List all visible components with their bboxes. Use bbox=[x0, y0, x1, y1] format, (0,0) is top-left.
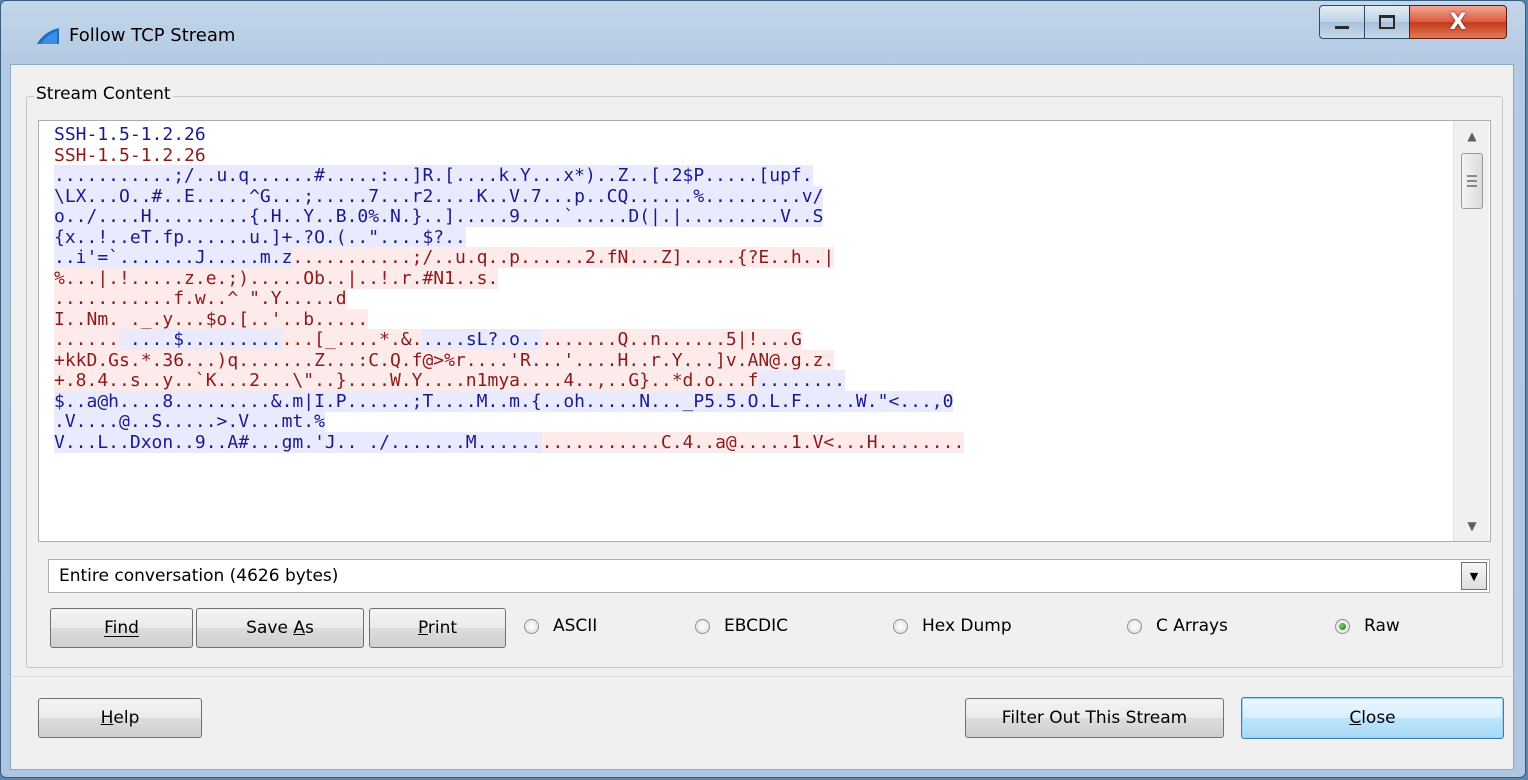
client-data-segment: $..a@h....8.........&.m|I.P......;T....M… bbox=[54, 390, 954, 412]
server-data-segment: SSH-1.5-1.2.26 bbox=[54, 144, 206, 166]
stream-line: ...........f.w..^ ".Y.....d bbox=[54, 288, 1454, 310]
server-data-segment: ...........f.w..^ ".Y.....d bbox=[54, 288, 347, 309]
wireshark-fin-icon bbox=[37, 28, 59, 44]
client-data-segment: o../....H.........{.H..Y..B.0%.N.}..]...… bbox=[54, 206, 824, 227]
radio-c-arrays-indicator[interactable] bbox=[1127, 618, 1142, 634]
window-title: Follow TCP Stream bbox=[69, 25, 236, 46]
server-data-segment: .......Q..n......5|!...G bbox=[541, 329, 802, 350]
stream-line: +kkD.Gs.*.36...)q.......Z...:C.Q.f@>%r..… bbox=[54, 349, 1454, 372]
server-data-segment: +kkD.Gs.*.36...)q.......Z...:C.Q.f@>%r..… bbox=[54, 349, 835, 371]
client-data-segment: ..i'=`.......J.....m.z bbox=[54, 247, 293, 268]
stream-line: {x..!..eT.fp......u.]+.?O.(.."....$?.. bbox=[54, 226, 1454, 249]
radio-raw-label: Raw bbox=[1364, 616, 1400, 636]
stream-line: SSH-1.5-1.2.26 bbox=[54, 144, 1454, 167]
minimize-button[interactable] bbox=[1319, 5, 1365, 39]
filter-out-stream-button-label: Filter Out This Stream bbox=[1001, 708, 1188, 728]
radio-ebcdic[interactable]: EBCDIC bbox=[695, 616, 788, 636]
close-icon: X bbox=[1449, 9, 1467, 35]
server-data-segment: +.8.4..s..y..`K...2...\"..}....W.Y....n1… bbox=[54, 370, 759, 391]
radio-hex-dump-label: Hex Dump bbox=[922, 616, 1012, 636]
stream-line: ...........;/..u.q......#.....:..]R.[...… bbox=[54, 165, 1454, 187]
help-button[interactable]: Help bbox=[38, 698, 202, 738]
stream-line: I..Nm. ._.y...$o.[..'..b..... bbox=[54, 308, 1454, 331]
server-data-segment: ...........;/..u.q..p......2.fN...Z]....… bbox=[292, 247, 835, 268]
help-button-label: Help bbox=[100, 708, 140, 728]
client-data-segment: \LX...O..#..E.....^G...;.....7...r2....K… bbox=[54, 185, 824, 207]
scroll-up-arrow-icon[interactable]: ▲ bbox=[1454, 121, 1490, 151]
conversation-select-value: Entire conversation (4626 bytes) bbox=[59, 566, 339, 586]
stream-line: ...... ....$............[_....*.&.....sL… bbox=[54, 329, 1454, 351]
find-button-label: Find bbox=[104, 618, 139, 638]
server-data-segment: %...|.!.....z.e.;).....Ob..|..!.r.#N1..s… bbox=[54, 267, 499, 289]
radio-ascii-indicator[interactable] bbox=[524, 618, 539, 634]
find-button[interactable]: Find bbox=[50, 608, 193, 648]
server-data-segment: I..Nm. ._.y...$o.[..'..b..... bbox=[54, 308, 369, 330]
radio-ebcdic-label: EBCDIC bbox=[724, 616, 788, 636]
server-data-segment: ...[_....*.&. bbox=[281, 329, 423, 350]
client-data-segment: ........ bbox=[758, 370, 846, 391]
radio-raw-indicator[interactable] bbox=[1335, 618, 1350, 634]
stream-line: V...L..Dxon..9..A#...gm.'J.. ./.......M.… bbox=[54, 431, 1454, 454]
stream-text[interactable]: SSH-1.5-1.2.26 SSH-1.5-1.2.26...........;… bbox=[54, 124, 1454, 454]
scroll-down-arrow-icon[interactable]: ▼ bbox=[1454, 511, 1490, 541]
client-data-segment: ....sL?.o.. bbox=[422, 329, 542, 350]
stream-line: ..i'=`.......J.....m.z...........;/..u.q… bbox=[54, 247, 1454, 269]
grip-icon bbox=[1467, 185, 1477, 187]
grip-icon bbox=[1467, 175, 1477, 177]
conversation-select[interactable]: Entire conversation (4626 bytes) ▼ bbox=[48, 559, 1490, 593]
save-as-button-label: Save As bbox=[246, 618, 314, 638]
radio-ascii-label: ASCII bbox=[553, 616, 598, 636]
stream-vertical-scrollbar[interactable]: ▲ ▼ bbox=[1453, 121, 1489, 541]
radio-ebcdic-indicator[interactable] bbox=[695, 618, 710, 634]
close-window-button[interactable]: X bbox=[1409, 5, 1507, 39]
separator bbox=[10, 676, 1514, 677]
stream-line: +.8.4..s..y..`K...2...\"..}....W.Y....n1… bbox=[54, 370, 1454, 392]
stream-line: SSH-1.5-1.2.26 bbox=[54, 124, 1454, 146]
client-data-segment: ....$......... bbox=[119, 329, 282, 350]
maximize-button[interactable] bbox=[1364, 5, 1410, 39]
filter-out-stream-button[interactable]: Filter Out This Stream bbox=[965, 698, 1224, 738]
stream-content-view[interactable]: SSH-1.5-1.2.26 SSH-1.5-1.2.26...........;… bbox=[38, 120, 1491, 542]
maximize-icon bbox=[1379, 15, 1395, 29]
radio-hex-dump-indicator[interactable] bbox=[893, 618, 908, 634]
client-data-segment: SSH-1.5-1.2.26 bbox=[54, 124, 206, 145]
client-data-segment: V...L..Dxon..9..A#...gm.'J.. ./.......M.… bbox=[54, 431, 542, 453]
save-as-button[interactable]: Save As bbox=[196, 608, 364, 648]
dropdown-arrow-icon[interactable]: ▼ bbox=[1461, 562, 1487, 590]
scroll-thumb[interactable] bbox=[1461, 153, 1483, 209]
client-data-segment: ...........;/..u.q......#.....:..]R.[...… bbox=[54, 165, 813, 186]
minimize-icon bbox=[1335, 25, 1349, 29]
client-data-segment: {x..!..eT.fp......u.]+.?O.(.."....$?.. bbox=[54, 226, 466, 248]
stream-content-legend: Stream Content bbox=[34, 84, 173, 104]
stream-line: %...|.!.....z.e.;).....Ob..|..!.r.#N1..s… bbox=[54, 267, 1454, 290]
radio-raw[interactable]: Raw bbox=[1335, 616, 1400, 636]
print-button-label: Print bbox=[417, 618, 458, 638]
radio-ascii[interactable]: ASCII bbox=[524, 616, 597, 636]
radio-c-arrays[interactable]: C Arrays bbox=[1127, 616, 1228, 636]
grip-icon bbox=[1467, 180, 1477, 182]
server-data-segment: ...... bbox=[54, 329, 120, 350]
close-button[interactable]: Close bbox=[1241, 697, 1504, 739]
stream-line: .V....@..S.....>.V...mt.% bbox=[54, 411, 1454, 433]
radio-c-arrays-label: C Arrays bbox=[1156, 616, 1228, 636]
server-data-segment: ...........C.4..a@.....1.V<...H........ bbox=[541, 431, 965, 453]
stream-line: o../....H.........{.H..Y..B.0%.N.}..]...… bbox=[54, 206, 1454, 228]
stream-line: \LX...O..#..E.....^G...;.....7...r2....K… bbox=[54, 185, 1454, 208]
print-button[interactable]: Print bbox=[369, 608, 506, 648]
radio-hex-dump[interactable]: Hex Dump bbox=[893, 616, 1012, 636]
stream-line: $..a@h....8.........&.m|I.P......;T....M… bbox=[54, 390, 1454, 413]
close-button-label: Close bbox=[1349, 708, 1396, 728]
client-data-segment: .V....@..S.....>.V...mt.% bbox=[54, 411, 325, 432]
title-bar[interactable]: Follow TCP Stream X bbox=[1, 1, 1525, 65]
